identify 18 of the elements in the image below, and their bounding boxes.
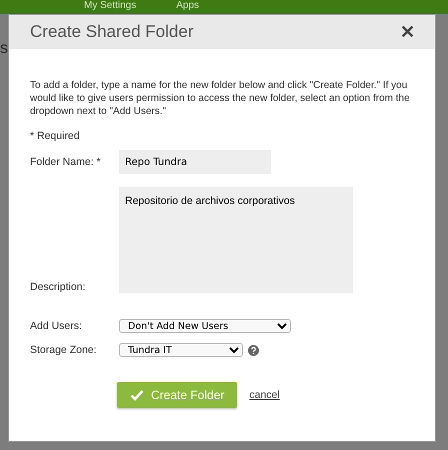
nav-item[interactable]: My Settings bbox=[84, 0, 136, 11]
input-field[interactable]: Repo Tundra bbox=[119, 150, 271, 174]
nav-item[interactable]: Apps bbox=[176, 0, 200, 11]
field-label: Description: bbox=[30, 281, 86, 293]
textarea-field[interactable]: Repositorio de archivos corporativos bbox=[119, 187, 353, 293]
dialog-title: Create Shared Folder bbox=[30, 22, 194, 42]
dropdown[interactable]: Tundra IT bbox=[119, 343, 243, 357]
close-button[interactable]: ✕ bbox=[400, 21, 415, 43]
field-label: Add Users: bbox=[30, 320, 83, 332]
dropdown[interactable]: Don't Add New Users bbox=[119, 319, 291, 333]
field-label: Storage Zone: bbox=[30, 344, 98, 356]
help-icon[interactable] bbox=[248, 344, 259, 356]
check-icon bbox=[130, 389, 144, 401]
instructions-text: To add a folder, type a name for the new folder below and click "Create Folder." If you would like to give users permission to access the new folder, select an option from the dropdown next to "Add Users." bbox=[30, 79, 411, 118]
required-note: * Required bbox=[30, 130, 81, 142]
field-label: Folder Name: * bbox=[30, 156, 102, 168]
cancel-link[interactable]: cancel bbox=[249, 389, 280, 401]
background-text: s bbox=[0, 40, 8, 58]
